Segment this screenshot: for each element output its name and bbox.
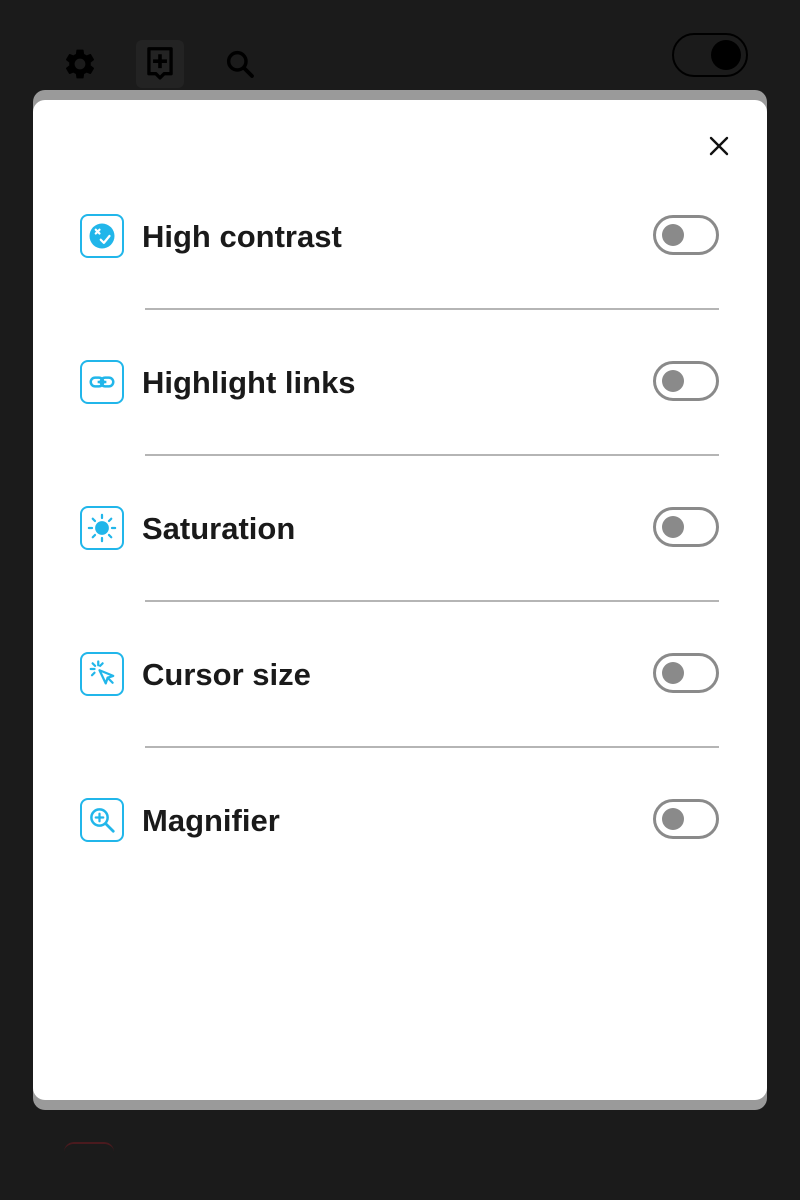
gear-icon[interactable] — [56, 40, 104, 88]
cursor-icon — [80, 652, 124, 696]
magnifier-icon — [80, 798, 124, 842]
divider — [145, 600, 719, 602]
divider — [145, 308, 719, 310]
toggle-knob — [662, 516, 684, 538]
high-contrast-toggle[interactable] — [653, 215, 719, 255]
link-icon — [80, 360, 124, 404]
option-highlight-links: Highlight links — [80, 360, 720, 404]
sun-icon — [80, 506, 124, 550]
toggle-knob — [662, 224, 684, 246]
option-label: Cursor size — [142, 657, 311, 692]
toggle-knob — [662, 370, 684, 392]
theme-toggle-knob — [711, 40, 741, 70]
option-high-contrast: High contrast — [80, 214, 720, 258]
divider — [145, 746, 719, 748]
divider — [145, 454, 719, 456]
magnifier-toggle[interactable] — [653, 799, 719, 839]
contrast-icon — [80, 214, 124, 258]
option-saturation: Saturation — [80, 506, 720, 550]
toggle-knob — [662, 808, 684, 830]
search-icon[interactable] — [216, 40, 264, 88]
highlight-links-toggle[interactable] — [653, 361, 719, 401]
option-magnifier: Magnifier — [80, 798, 720, 842]
add-bookmark-icon[interactable] — [136, 40, 184, 88]
accessibility-modal: High contrast Highlight links Saturation… — [33, 100, 767, 1100]
option-label: High contrast — [142, 219, 342, 254]
close-icon[interactable] — [705, 132, 733, 160]
option-label: Magnifier — [142, 803, 280, 838]
saturation-toggle[interactable] — [653, 507, 719, 547]
option-cursor-size: Cursor size — [80, 652, 720, 696]
option-label: Highlight links — [142, 365, 356, 400]
cursor-size-toggle[interactable] — [653, 653, 719, 693]
toggle-knob — [662, 662, 684, 684]
option-label: Saturation — [142, 511, 296, 546]
theme-toggle[interactable] — [672, 33, 748, 77]
background-element — [64, 1142, 114, 1174]
